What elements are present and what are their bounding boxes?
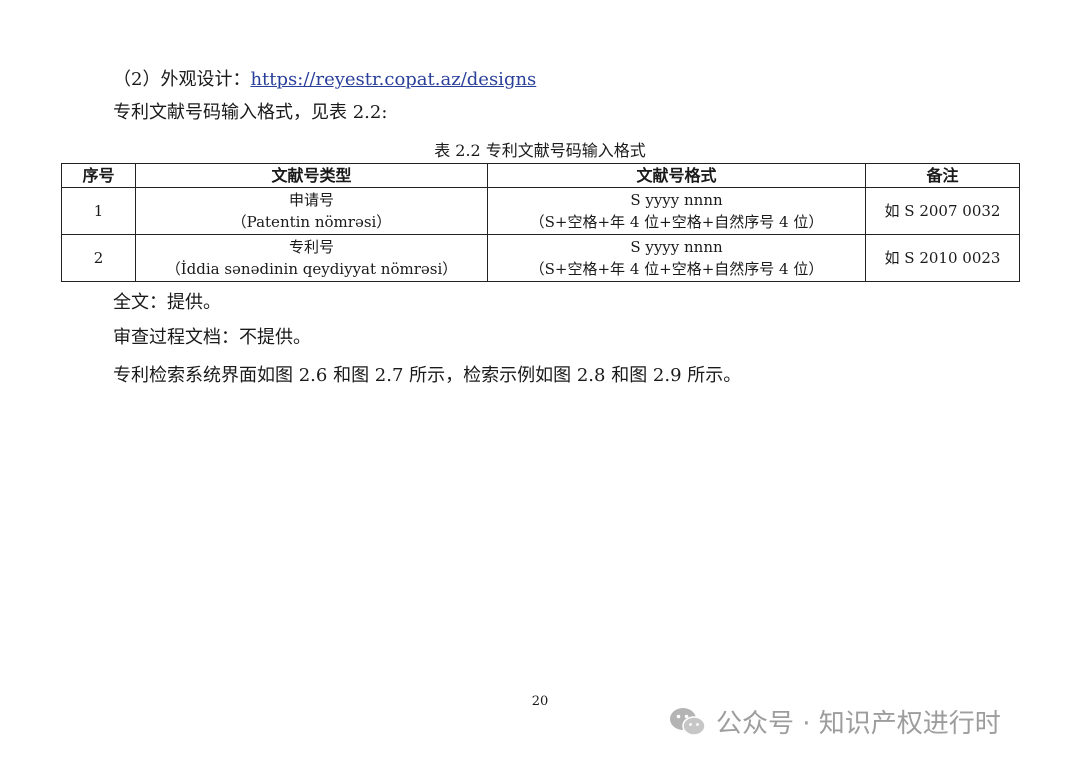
format-table: 序号 文献号类型 文献号格式 备注 1 申请号 （Patentin nömrəs… xyxy=(61,163,1020,282)
format-code: S yyyy nnnn xyxy=(630,238,723,256)
format-desc: （S+空格+年 4 位+空格+自然序号 4 位） xyxy=(529,213,824,231)
table-row: 2 专利号 （İddia sənədinin qeydiyyat nömrəsi… xyxy=(61,234,1020,282)
cell-note: 如 S 2010 0023 xyxy=(865,234,1020,282)
format-code: S yyyy nnnn xyxy=(630,191,723,209)
exam-docs-paragraph: 审查过程文档：不提供。 xyxy=(113,327,311,348)
table-caption: 表 2.2 专利文献号码输入格式 xyxy=(434,141,646,160)
cell-seq: 2 xyxy=(61,234,136,282)
cell-type: 专利号 （İddia sənədinin qeydiyyat nömrəsi） xyxy=(135,234,488,282)
wechat-icon xyxy=(670,707,706,736)
cell-seq: 1 xyxy=(61,187,136,235)
type-cn: 申请号 xyxy=(288,191,334,209)
table-header-row: 序号 文献号类型 文献号格式 备注 xyxy=(61,163,1020,188)
watermark-text: 公众号 · 知识产权进行时 xyxy=(716,709,1001,739)
table-row: 1 申请号 （Patentin nömrəsi） S yyyy nnnn （S+… xyxy=(61,187,1020,235)
type-local: （İddia sənədinin qeydiyyat nömrəsi） xyxy=(165,260,458,278)
design-paragraph: （2）外观设计：https://reyestr.copat.az/designs xyxy=(113,68,536,92)
cell-type: 申请号 （Patentin nömrəsi） xyxy=(135,187,488,235)
header-type: 文献号类型 xyxy=(135,163,488,188)
header-note: 备注 xyxy=(865,163,1020,188)
cell-format: S yyyy nnnn （S+空格+年 4 位+空格+自然序号 4 位） xyxy=(487,187,866,235)
cell-format: S yyyy nnnn （S+空格+年 4 位+空格+自然序号 4 位） xyxy=(487,234,866,282)
type-cn: 专利号 xyxy=(288,238,334,256)
designs-link[interactable]: https://reyestr.copat.az/designs xyxy=(250,69,536,90)
design-label: （2）外观设计： xyxy=(113,69,251,90)
header-format: 文献号格式 xyxy=(487,163,866,188)
format-desc: （S+空格+年 4 位+空格+自然序号 4 位） xyxy=(529,260,824,278)
header-seq: 序号 xyxy=(61,163,136,188)
search-ui-paragraph: 专利检索系统界面如图 2.6 和图 2.7 所示，检索示例如图 2.8 和图 2… xyxy=(113,365,742,386)
cell-note: 如 S 2007 0032 xyxy=(865,187,1020,235)
fulltext-paragraph: 全文：提供。 xyxy=(113,292,221,313)
type-local: （Patentin nömrəsi） xyxy=(231,213,392,231)
watermark: 公众号 · 知识产权进行时 xyxy=(668,703,1001,740)
format-paragraph: 专利文献号码输入格式，见表 2.2: xyxy=(113,102,388,123)
